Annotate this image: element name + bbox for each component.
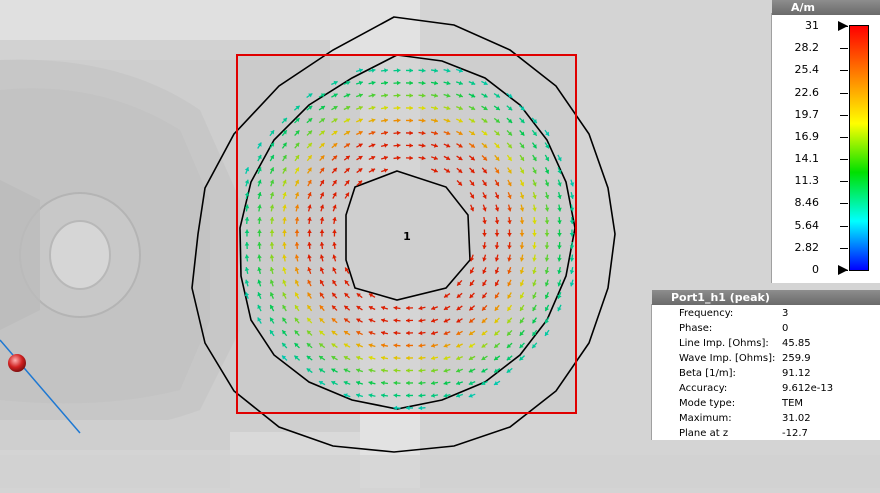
color-legend: A/m 31 28.2 25.4 22.6 19.7 16.9 14.1 11.3 8.46 5.… (771, 0, 880, 283)
legend-tick-mark (840, 114, 848, 116)
legend-tick-mark (840, 181, 848, 183)
port-info-title: Port1_h1 (peak) (652, 290, 880, 305)
legend-tick-label: 11.3 (794, 174, 820, 188)
legend-tick-mark (840, 203, 848, 205)
legend-tick-mark (840, 225, 848, 227)
legend-tick-mark (840, 136, 848, 138)
legend-tick-mark (840, 247, 848, 249)
colorbar (849, 25, 869, 271)
legend-tick-label: 14.1 (794, 152, 820, 166)
legend-tick-label: 28.2 (794, 41, 820, 55)
info-value: 3 (782, 308, 789, 319)
info-value: 9.612e-13 (782, 383, 834, 394)
info-value: 31.02 (782, 413, 811, 424)
info-key: Beta [1/m]: (679, 368, 736, 379)
legend-tick-label: 25.4 (794, 63, 820, 77)
legend-unit-header: A/m (772, 0, 880, 15)
info-key: Accuracy: (679, 383, 728, 394)
info-key: Phase: (679, 323, 713, 334)
info-value: 259.9 (782, 353, 811, 364)
info-key: Frequency: (679, 308, 734, 319)
legend-tick-label: 22.6 (794, 85, 820, 99)
legend-tick-mark (840, 159, 848, 161)
info-key: Wave Imp. [Ohms]: (679, 353, 776, 364)
info-value: -12.7 (782, 428, 808, 439)
info-key: Mode type: (679, 398, 736, 409)
legend-tick-mark (840, 70, 848, 72)
info-value: TEM (782, 398, 804, 409)
legend-tick-label: 2.82 (794, 240, 820, 254)
info-key: Line Imp. [Ohms]: (679, 338, 769, 349)
info-value: 91.12 (782, 368, 811, 379)
legend-tick-mark (840, 48, 848, 50)
legend-tick-mark (840, 92, 848, 94)
legend-tick-label: 8.46 (794, 196, 820, 210)
max-pointer-icon (838, 21, 848, 31)
legend-tick-label: 0 (812, 263, 819, 276)
legend-tick-label: 31 (805, 19, 819, 32)
status-strip (0, 488, 880, 493)
port-number-label: 1 (403, 230, 411, 243)
port-info-panel: Port1_h1 (peak) Frequency: 3 Phase: 0 Line I… (651, 290, 880, 440)
legend-tick-label: 16.9 (794, 129, 820, 143)
info-value: 45.85 (782, 338, 811, 349)
info-value: 0 (782, 323, 789, 334)
min-pointer-icon (838, 265, 848, 275)
legend-tick-label: 5.64 (794, 218, 820, 232)
info-key: Maximum: (679, 413, 732, 424)
legend-tick-label: 19.7 (794, 107, 820, 121)
axis-marker[interactable] (8, 354, 26, 372)
info-key: Plane at z (679, 428, 729, 439)
